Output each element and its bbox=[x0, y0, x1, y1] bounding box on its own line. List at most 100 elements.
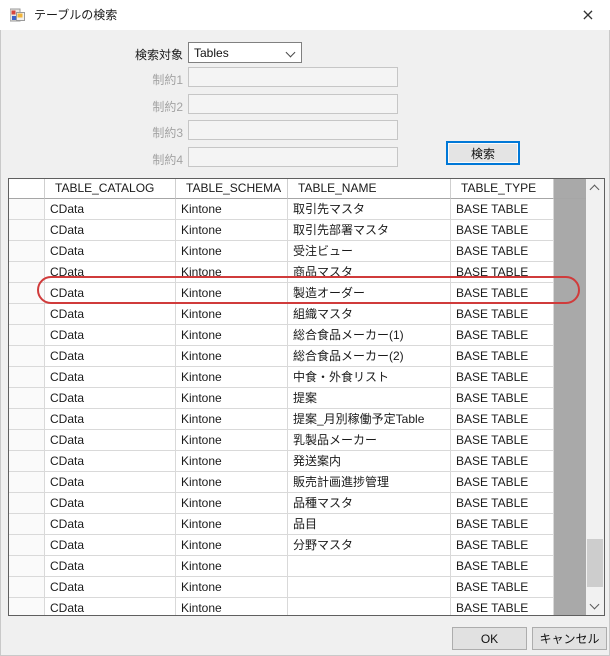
table-row[interactable]: CDataKintoneBASE TABLE bbox=[9, 577, 586, 598]
row-header-cell[interactable] bbox=[9, 283, 45, 304]
table-cell: Kintone bbox=[176, 409, 288, 430]
row-header-cell[interactable] bbox=[9, 199, 45, 220]
row-header-cell[interactable] bbox=[9, 241, 45, 262]
column-header[interactable]: TABLE_NAME bbox=[288, 179, 451, 199]
row-header-cell[interactable] bbox=[9, 556, 45, 577]
table-cell: 組織マスタ bbox=[288, 304, 451, 325]
table-cell: CData bbox=[45, 346, 176, 367]
table-row[interactable]: CDataKintone提案BASE TABLE bbox=[9, 388, 586, 409]
cancel-button[interactable]: キャンセル bbox=[532, 627, 607, 650]
table-cell: Kintone bbox=[176, 577, 288, 598]
column-header[interactable]: TABLE_CATALOG bbox=[45, 179, 176, 199]
table-row[interactable]: CDataKintone組織マスタBASE TABLE bbox=[9, 304, 586, 325]
search-target-label: 検索対象 bbox=[103, 46, 183, 63]
table-row[interactable]: CDataKintone分野マスタBASE TABLE bbox=[9, 535, 586, 556]
table-cell: CData bbox=[45, 451, 176, 472]
row-header-cell[interactable] bbox=[9, 430, 45, 451]
row-filler bbox=[554, 241, 586, 262]
table-cell: Kintone bbox=[176, 556, 288, 577]
row-filler bbox=[554, 472, 586, 493]
table-cell: BASE TABLE bbox=[451, 451, 554, 472]
table-cell: Kintone bbox=[176, 304, 288, 325]
constraint-3-label: 制約3 bbox=[103, 124, 183, 141]
search-button[interactable]: 検索 bbox=[446, 141, 520, 165]
table-cell: BASE TABLE bbox=[451, 199, 554, 220]
row-header-cell[interactable] bbox=[9, 472, 45, 493]
row-header-cell[interactable] bbox=[9, 220, 45, 241]
scroll-down-button[interactable] bbox=[586, 597, 604, 615]
grid-header-filler bbox=[554, 179, 586, 199]
table-row[interactable]: CDataKintone受注ビューBASE TABLE bbox=[9, 241, 586, 262]
page-title: テーブルの検索 bbox=[34, 0, 117, 30]
table-row[interactable]: CDataKintone総合食品メーカー(1)BASE TABLE bbox=[9, 325, 586, 346]
table-cell: Kintone bbox=[176, 514, 288, 535]
table-cell: BASE TABLE bbox=[451, 262, 554, 283]
row-header-cell[interactable] bbox=[9, 493, 45, 514]
table-row[interactable]: CDataKintone販売計画進捗管理BASE TABLE bbox=[9, 472, 586, 493]
table-row[interactable]: CDataKintone品種マスタBASE TABLE bbox=[9, 493, 586, 514]
table-row[interactable]: CDataKintone提案_月別稼働予定TableBASE TABLE bbox=[9, 409, 586, 430]
table-search-dialog: { "window": { "title": "テーブルの検索", "close… bbox=[0, 0, 610, 656]
row-filler bbox=[554, 409, 586, 430]
row-header-cell[interactable] bbox=[9, 262, 45, 283]
column-header[interactable]: TABLE_TYPE bbox=[451, 179, 554, 199]
app-window-icon bbox=[10, 8, 26, 22]
table-cell: BASE TABLE bbox=[451, 535, 554, 556]
table-cell: BASE TABLE bbox=[451, 283, 554, 304]
table-row[interactable]: CDataKintone取引先部署マスタBASE TABLE bbox=[9, 220, 586, 241]
table-cell: CData bbox=[45, 493, 176, 514]
scroll-up-button[interactable] bbox=[586, 179, 604, 197]
table-row[interactable]: CDataKintone総合食品メーカー(2)BASE TABLE bbox=[9, 346, 586, 367]
vertical-scrollbar[interactable] bbox=[586, 179, 604, 615]
table-row[interactable]: CDataKintone乳製品メーカーBASE TABLE bbox=[9, 430, 586, 451]
row-header-cell[interactable] bbox=[9, 451, 45, 472]
column-header[interactable]: TABLE_SCHEMA bbox=[176, 179, 288, 199]
table-row[interactable]: CDataKintone商品マスタBASE TABLE bbox=[9, 262, 586, 283]
table-cell: 総合食品メーカー(1) bbox=[288, 325, 451, 346]
table-cell: CData bbox=[45, 367, 176, 388]
row-header-cell[interactable] bbox=[9, 304, 45, 325]
table-row[interactable]: CDataKintone発送案内BASE TABLE bbox=[9, 451, 586, 472]
row-header-cell[interactable] bbox=[9, 535, 45, 556]
row-header-cell[interactable] bbox=[9, 577, 45, 598]
table-cell: 総合食品メーカー(2) bbox=[288, 346, 451, 367]
row-header-cell[interactable] bbox=[9, 598, 45, 615]
constraint-2-label: 制約2 bbox=[103, 98, 183, 115]
chevron-down-icon bbox=[286, 48, 296, 58]
table-row[interactable]: CDataKintoneBASE TABLE bbox=[9, 598, 586, 615]
table-cell: BASE TABLE bbox=[451, 577, 554, 598]
row-header-cell[interactable] bbox=[9, 514, 45, 535]
constraint-4-input bbox=[188, 147, 398, 167]
table-row[interactable]: CDataKintone中食・外食リストBASE TABLE bbox=[9, 367, 586, 388]
chevron-down-icon bbox=[590, 600, 600, 610]
row-header-cell[interactable] bbox=[9, 325, 45, 346]
row-filler bbox=[554, 577, 586, 598]
close-button[interactable]: × bbox=[566, 0, 610, 30]
table-cell: CData bbox=[45, 241, 176, 262]
row-header-cell[interactable] bbox=[9, 367, 45, 388]
search-target-select[interactable]: Tables bbox=[188, 42, 302, 63]
row-header-cell[interactable] bbox=[9, 346, 45, 367]
table-cell: 提案 bbox=[288, 388, 451, 409]
row-header-cell[interactable] bbox=[9, 388, 45, 409]
scrollbar-thumb[interactable] bbox=[587, 539, 603, 587]
row-filler bbox=[554, 451, 586, 472]
table-row[interactable]: CDataKintone取引先マスタBASE TABLE bbox=[9, 199, 586, 220]
table-cell: BASE TABLE bbox=[451, 472, 554, 493]
table-cell: 受注ビュー bbox=[288, 241, 451, 262]
ok-button[interactable]: OK bbox=[452, 627, 527, 650]
table-cell: CData bbox=[45, 283, 176, 304]
table-cell: BASE TABLE bbox=[451, 598, 554, 615]
table-cell: 提案_月別稼働予定Table bbox=[288, 409, 451, 430]
table-body: CDataKintone取引先マスタBASE TABLECDataKintone… bbox=[9, 199, 586, 615]
constraint-2-input bbox=[188, 94, 398, 114]
table-cell: 商品マスタ bbox=[288, 262, 451, 283]
table-row[interactable]: CDataKintoneBASE TABLE bbox=[9, 556, 586, 577]
table-row[interactable]: CDataKintone品目BASE TABLE bbox=[9, 514, 586, 535]
constraint-3-input bbox=[188, 120, 398, 140]
row-filler bbox=[554, 304, 586, 325]
table-cell: BASE TABLE bbox=[451, 346, 554, 367]
table-row[interactable]: CDataKintone製造オーダーBASE TABLE bbox=[9, 283, 586, 304]
row-header-cell[interactable] bbox=[9, 409, 45, 430]
table-cell: 乳製品メーカー bbox=[288, 430, 451, 451]
